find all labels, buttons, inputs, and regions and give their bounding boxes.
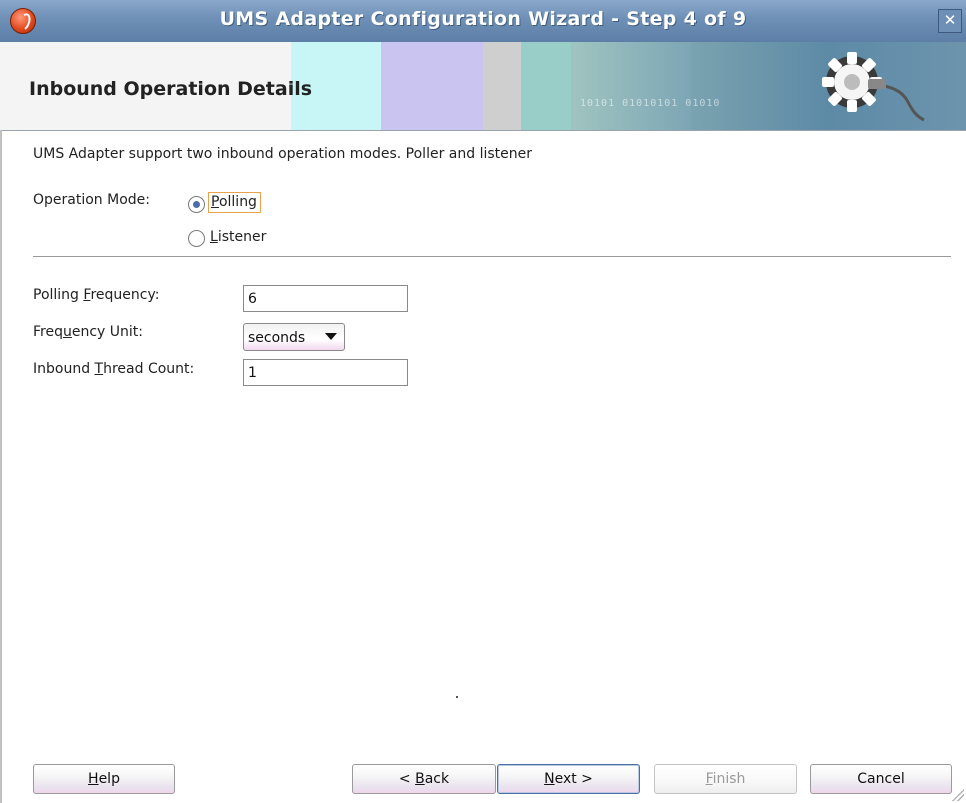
polling-radio[interactable] bbox=[188, 196, 205, 213]
frequency-unit-label: Frequency Unit: bbox=[33, 324, 143, 340]
dropdown-arrow-icon bbox=[325, 333, 337, 340]
page-title: Inbound Operation Details bbox=[29, 78, 313, 100]
listener-radio[interactable] bbox=[188, 230, 205, 247]
binary-decoration: 10101 01010101 01010 bbox=[580, 98, 721, 109]
cancel-button[interactable]: Cancel bbox=[810, 764, 952, 794]
thread-count-input[interactable]: 1 bbox=[243, 359, 408, 386]
finish-button[interactable]: Finish bbox=[654, 764, 797, 794]
separator bbox=[33, 256, 951, 257]
next-button[interactable]: Next > bbox=[497, 764, 640, 794]
polling-frequency-input[interactable]: 6 bbox=[243, 285, 408, 312]
polling-frequency-label: Polling Frequency: bbox=[33, 287, 160, 303]
frequency-unit-select[interactable]: seconds bbox=[243, 323, 345, 351]
title-bar: UMS Adapter Configuration Wizard - Step … bbox=[0, 0, 966, 43]
header-banner: 10101 01010101 01010 Inbound Operation D… bbox=[0, 42, 966, 131]
intro-text: UMS Adapter support two inbound operatio… bbox=[33, 146, 532, 162]
window-title: UMS Adapter Configuration Wizard - Step … bbox=[219, 8, 747, 30]
close-button[interactable]: ✕ bbox=[938, 9, 962, 33]
polling-radio-label[interactable]: Polling bbox=[208, 192, 261, 213]
back-button[interactable]: < Back bbox=[352, 764, 496, 794]
gear-plug-icon bbox=[822, 52, 925, 122]
resize-grip[interactable] bbox=[952, 789, 964, 801]
operation-mode-label: Operation Mode: bbox=[33, 192, 150, 208]
listener-radio-label[interactable]: Listener bbox=[210, 229, 266, 245]
thread-count-label: Inbound Thread Count: bbox=[33, 361, 195, 377]
help-button[interactable]: Help bbox=[33, 764, 175, 794]
